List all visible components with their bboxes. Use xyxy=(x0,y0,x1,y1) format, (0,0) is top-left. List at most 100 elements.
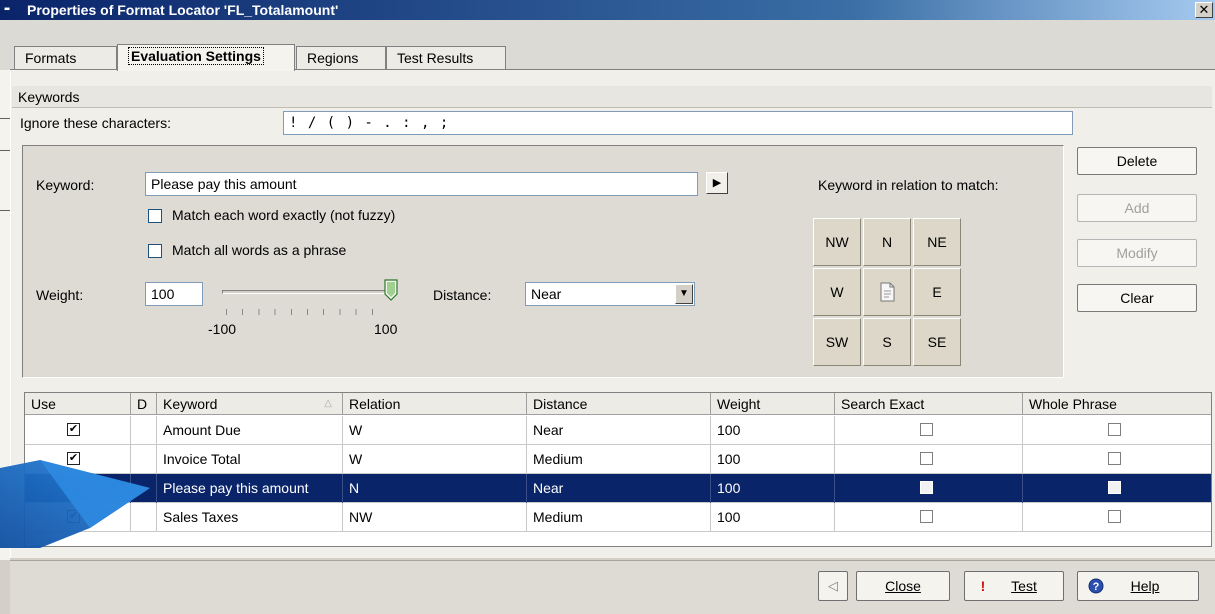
match-exact-label: Match each word exactly (not fuzzy) xyxy=(172,207,396,223)
relation-e[interactable]: E xyxy=(913,268,961,316)
relation-label: Keyword in relation to match: xyxy=(818,177,999,193)
column-search-exact[interactable]: Search Exact xyxy=(835,393,1023,415)
cell-search-exact xyxy=(835,445,1023,474)
cell-whole-phrase xyxy=(1023,445,1211,474)
cell-search-exact xyxy=(835,416,1023,445)
cell-keyword: Amount Due xyxy=(157,416,343,445)
match-phrase-label: Match all words as a phrase xyxy=(172,242,347,258)
column-whole-phrase[interactable]: Whole Phrase xyxy=(1023,393,1211,415)
tab-formats[interactable]: Formats xyxy=(14,46,117,70)
ignore-characters-label: Ignore these characters: xyxy=(20,115,171,131)
delete-button[interactable]: Delete xyxy=(1077,147,1197,175)
table-row[interactable]: ✔ Please pay this amount N Near 100 xyxy=(25,474,1211,503)
relation-center xyxy=(863,268,911,316)
search-exact-checkbox[interactable] xyxy=(920,423,933,436)
cell-relation: W xyxy=(343,416,527,445)
cell-relation: NW xyxy=(343,503,527,532)
use-checkbox[interactable]: ✔ xyxy=(67,481,80,494)
relation-n[interactable]: N xyxy=(863,218,911,266)
whole-phrase-checkbox[interactable] xyxy=(1108,423,1121,436)
relation-se[interactable]: SE xyxy=(913,318,961,366)
column-d[interactable]: D xyxy=(131,393,157,415)
app-icon: ▪▪ xyxy=(4,4,10,15)
search-exact-checkbox[interactable] xyxy=(920,452,933,465)
whole-phrase-checkbox[interactable] xyxy=(1108,481,1121,494)
search-exact-checkbox[interactable] xyxy=(920,510,933,523)
test-button[interactable]: ! Test xyxy=(964,571,1064,601)
clear-button[interactable]: Clear xyxy=(1077,284,1197,312)
whole-phrase-checkbox[interactable] xyxy=(1108,452,1121,465)
add-button[interactable]: Add xyxy=(1077,194,1197,222)
sort-ascending-icon: △ xyxy=(324,398,332,409)
modify-button[interactable]: Modify xyxy=(1077,239,1197,267)
left-edge xyxy=(0,70,10,560)
cell-keyword: Invoice Total xyxy=(157,445,343,474)
cell-d xyxy=(131,474,157,503)
close-window-button[interactable]: ✕ xyxy=(1195,2,1213,18)
cell-search-exact xyxy=(835,474,1023,503)
relation-s[interactable]: S xyxy=(863,318,911,366)
relation-w[interactable]: W xyxy=(813,268,861,316)
cell-weight: 100 xyxy=(711,503,835,532)
cell-d xyxy=(131,445,157,474)
relation-nw[interactable]: NW xyxy=(813,218,861,266)
relation-grid: NW N NE W E SW S SE xyxy=(813,218,963,368)
cell-use: ✔ xyxy=(25,503,131,532)
cell-keyword: Sales Taxes xyxy=(157,503,343,532)
keyword-label: Keyword: xyxy=(36,177,95,193)
keyword-input[interactable]: Please pay this amount xyxy=(145,172,698,196)
keywords-header: Keywords xyxy=(12,86,1212,108)
weight-slider-track[interactable] xyxy=(222,290,392,294)
cell-d xyxy=(131,503,157,532)
distance-value: Near xyxy=(531,286,562,302)
cell-use: ✔ xyxy=(25,445,131,474)
chevron-down-icon[interactable]: ▼ xyxy=(675,284,693,304)
whole-phrase-checkbox[interactable] xyxy=(1108,510,1121,523)
distance-select[interactable]: Near ▼ xyxy=(525,282,695,306)
use-checkbox[interactable]: ✔ xyxy=(67,510,80,523)
table-row[interactable]: ✔ Sales Taxes NW Medium 100 xyxy=(25,503,1211,532)
match-phrase-checkbox[interactable] xyxy=(148,244,162,258)
weight-input[interactable]: 100 xyxy=(145,282,203,306)
cell-whole-phrase xyxy=(1023,503,1211,532)
keywords-table: Use D Keyword △ Relation Distance Weight… xyxy=(24,392,1212,547)
distance-label: Distance: xyxy=(433,287,492,303)
tab-regions[interactable]: Regions xyxy=(296,46,386,70)
tab-test-results[interactable]: Test Results xyxy=(386,46,506,70)
column-weight[interactable]: Weight xyxy=(711,393,835,415)
cell-weight: 100 xyxy=(711,445,835,474)
cell-distance: Near xyxy=(527,474,711,503)
close-button[interactable]: Close xyxy=(856,571,950,601)
help-button[interactable]: ? Help xyxy=(1077,571,1199,601)
search-exact-checkbox[interactable] xyxy=(920,481,933,494)
table-row[interactable]: ✔ Amount Due W Near 100 xyxy=(25,416,1211,445)
match-exact-checkbox[interactable] xyxy=(148,209,162,223)
column-distance[interactable]: Distance xyxy=(527,393,711,415)
ignore-characters-input[interactable]: ! / ( ) - . : , ; xyxy=(283,111,1073,135)
play-arrow-icon: ▶ xyxy=(712,177,722,189)
column-keyword-label: Keyword xyxy=(163,396,218,412)
cell-distance: Medium xyxy=(527,445,711,474)
title-bar: ▪▪ Properties of Format Locator 'FL_Tota… xyxy=(0,0,1215,20)
relation-sw[interactable]: SW xyxy=(813,318,861,366)
cell-keyword: Please pay this amount xyxy=(157,474,343,503)
weight-slider-thumb[interactable] xyxy=(384,279,398,301)
cell-whole-phrase xyxy=(1023,474,1211,503)
table-row[interactable]: ✔ Invoice Total W Medium 100 xyxy=(25,445,1211,474)
cell-use: ✔ xyxy=(25,416,131,445)
slider-max-label: 100 xyxy=(374,321,398,337)
use-checkbox[interactable]: ✔ xyxy=(67,423,80,436)
cell-search-exact xyxy=(835,503,1023,532)
column-keyword[interactable]: Keyword △ xyxy=(157,393,343,415)
column-relation[interactable]: Relation xyxy=(343,393,527,415)
tab-strip: Formats Evaluation Settings Regions Test… xyxy=(0,20,1215,72)
column-use[interactable]: Use xyxy=(25,393,131,415)
keyword-arrow-button[interactable]: ▶ xyxy=(706,172,728,194)
tab-evaluation-settings[interactable]: Evaluation Settings xyxy=(117,44,295,71)
relation-ne[interactable]: NE xyxy=(913,218,961,266)
back-button[interactable]: ◁ xyxy=(818,571,848,601)
cell-weight: 100 xyxy=(711,416,835,445)
table-header: Use D Keyword △ Relation Distance Weight… xyxy=(25,393,1211,415)
cell-use: ✔ xyxy=(25,474,131,503)
use-checkbox[interactable]: ✔ xyxy=(67,452,80,465)
